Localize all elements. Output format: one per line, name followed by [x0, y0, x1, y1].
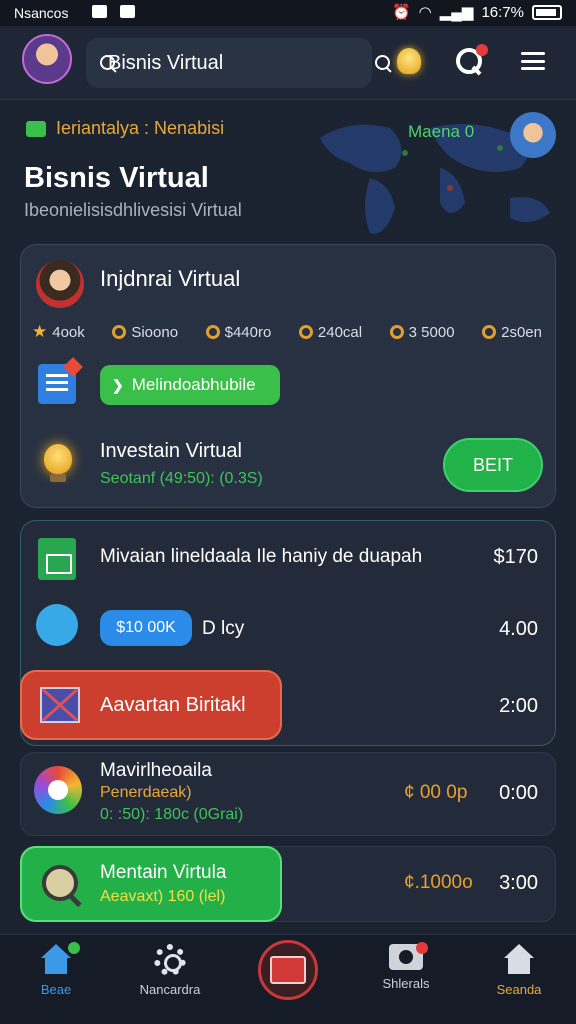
- document-icon: [38, 364, 76, 404]
- stat-value: $440ro: [224, 323, 272, 341]
- lightbulb-button[interactable]: [392, 44, 426, 78]
- stat-item: Sioono: [112, 322, 178, 342]
- investment-title: Investain Virtual: [100, 440, 242, 462]
- page-subtitle: Ibeonielisisdhlivesisi Virtual: [24, 200, 242, 220]
- chevron-right-icon: ❯: [112, 376, 124, 393]
- stat-item: 2s0en: [482, 322, 542, 342]
- nav-media-label: Shlerals: [382, 976, 430, 991]
- list-item-value: $170: [493, 546, 539, 568]
- stat-item: $440ro: [205, 322, 272, 342]
- coin-icon: [205, 325, 220, 339]
- home-badge: [68, 942, 80, 954]
- list-card-title: Mavirlheoaila: [100, 760, 212, 781]
- maintain-title: Mentain Virtula: [100, 862, 227, 883]
- stats-row: ★ 4ook Sioono $440ro 240cal 3 5000 2s0en: [32, 322, 542, 342]
- nav-media[interactable]: Shlerals: [351, 944, 461, 991]
- coin-icon: [482, 325, 497, 339]
- store-icon: [501, 944, 537, 976]
- battery-icon: [532, 4, 562, 20]
- business-avatar: [36, 260, 84, 308]
- advisor-avatar[interactable]: [510, 112, 556, 158]
- list-card-subtitle: Penerdaeak): [100, 784, 192, 801]
- list-card-detail: 0: :50): 180c (0Grai): [100, 806, 244, 823]
- maintain-subtitle: Aeavaxt) 160 (lel): [100, 888, 226, 905]
- continue-pill-button[interactable]: ❯ Melindoabhubile: [100, 365, 280, 405]
- cancel-action-label: Aavartan Biritakl: [100, 693, 246, 716]
- nav-settings[interactable]: Nancardra: [115, 944, 225, 997]
- tool-icon: [36, 604, 78, 646]
- notification-icon: [92, 5, 107, 18]
- cancel-envelope-icon: [40, 687, 80, 723]
- hero-right-label: Maena 0: [408, 122, 475, 141]
- media-badge: [416, 942, 428, 954]
- status-right: ⏰ ◠ ▂▄▆ 16:7%: [392, 3, 562, 21]
- investment-subtitle: Seotanf (49:50): (0.3S): [100, 470, 263, 487]
- list-item-value: 4.00: [499, 618, 538, 640]
- profile-avatar[interactable]: [22, 34, 72, 84]
- nav-store-label: Seanda: [496, 982, 542, 997]
- stat-item: 240cal: [298, 322, 363, 342]
- stat-item: ★ 4ook: [32, 322, 85, 342]
- list-item-value: 3:00: [499, 872, 538, 894]
- list-item-label: D lcy: [202, 618, 245, 639]
- notification-badge: [476, 44, 488, 56]
- lamp-icon: [38, 440, 78, 486]
- business-badge-icon: [270, 956, 306, 984]
- nav-store[interactable]: Seanda: [464, 944, 574, 997]
- nav-home-label: Beae: [40, 982, 72, 997]
- wifi-icon: ◠: [418, 4, 432, 21]
- buy-button[interactable]: BEIT: [443, 438, 543, 492]
- hero-tag-text: Ieriantalya : Nenabisi: [56, 118, 225, 138]
- nav-settings-label: Nancardra: [139, 982, 201, 997]
- stat-value: Sioono: [131, 323, 179, 341]
- stat-item: 3 5000: [389, 322, 455, 342]
- battery-text: 16:7%: [481, 3, 524, 21]
- app-notification-icon: [120, 5, 135, 18]
- spreadsheet-icon: [38, 538, 76, 580]
- star-icon: ★: [32, 322, 48, 341]
- cancel-action-button[interactable]: Aavartan Biritakl: [20, 670, 282, 740]
- business-title: Injdnrai Virtual: [100, 266, 241, 291]
- page-title: Bisnis Virtual: [24, 162, 209, 194]
- search-bar[interactable]: [86, 38, 390, 88]
- coin-icon: [389, 325, 404, 339]
- continue-pill-label: Melindoabhubile: [131, 375, 256, 394]
- color-wheel-icon: [34, 766, 82, 814]
- maintain-button[interactable]: Mentain Virtula Aeavaxt) 160 (lel): [20, 846, 282, 922]
- stat-value: 240cal: [317, 323, 363, 341]
- list-item-value: 2:00: [499, 695, 538, 717]
- signal-icon: ▂▄▆: [439, 4, 474, 21]
- stat-value: 4ook: [52, 323, 85, 341]
- coin-icon: [112, 325, 127, 339]
- stat-value: 3 5000: [408, 323, 455, 341]
- stat-value: 2s0en: [501, 323, 542, 341]
- hamburger-icon: [521, 52, 545, 70]
- magnifying-glass-icon: [40, 863, 82, 905]
- menu-button[interactable]: [516, 44, 550, 78]
- lightbulb-icon: [397, 48, 421, 74]
- explore-button[interactable]: [452, 44, 488, 78]
- hero-tag: Ieriantalya : Nenabisi: [26, 118, 224, 139]
- search-input[interactable]: [108, 51, 373, 75]
- coin-icon: [298, 325, 313, 339]
- nav-home[interactable]: Beae: [1, 944, 111, 997]
- gear-icon: [154, 944, 186, 976]
- list-item-value: 0:00: [499, 782, 538, 804]
- center-action-button[interactable]: [258, 940, 318, 1000]
- ticket-icon: [26, 120, 46, 137]
- alarm-icon: ⏰: [391, 4, 411, 21]
- status-carrier: Nsancos: [14, 5, 69, 21]
- list-item-title[interactable]: Mivaian lineldaala Ile haniy de duapah: [100, 546, 422, 568]
- price-pill-button[interactable]: $10 00K: [100, 610, 192, 646]
